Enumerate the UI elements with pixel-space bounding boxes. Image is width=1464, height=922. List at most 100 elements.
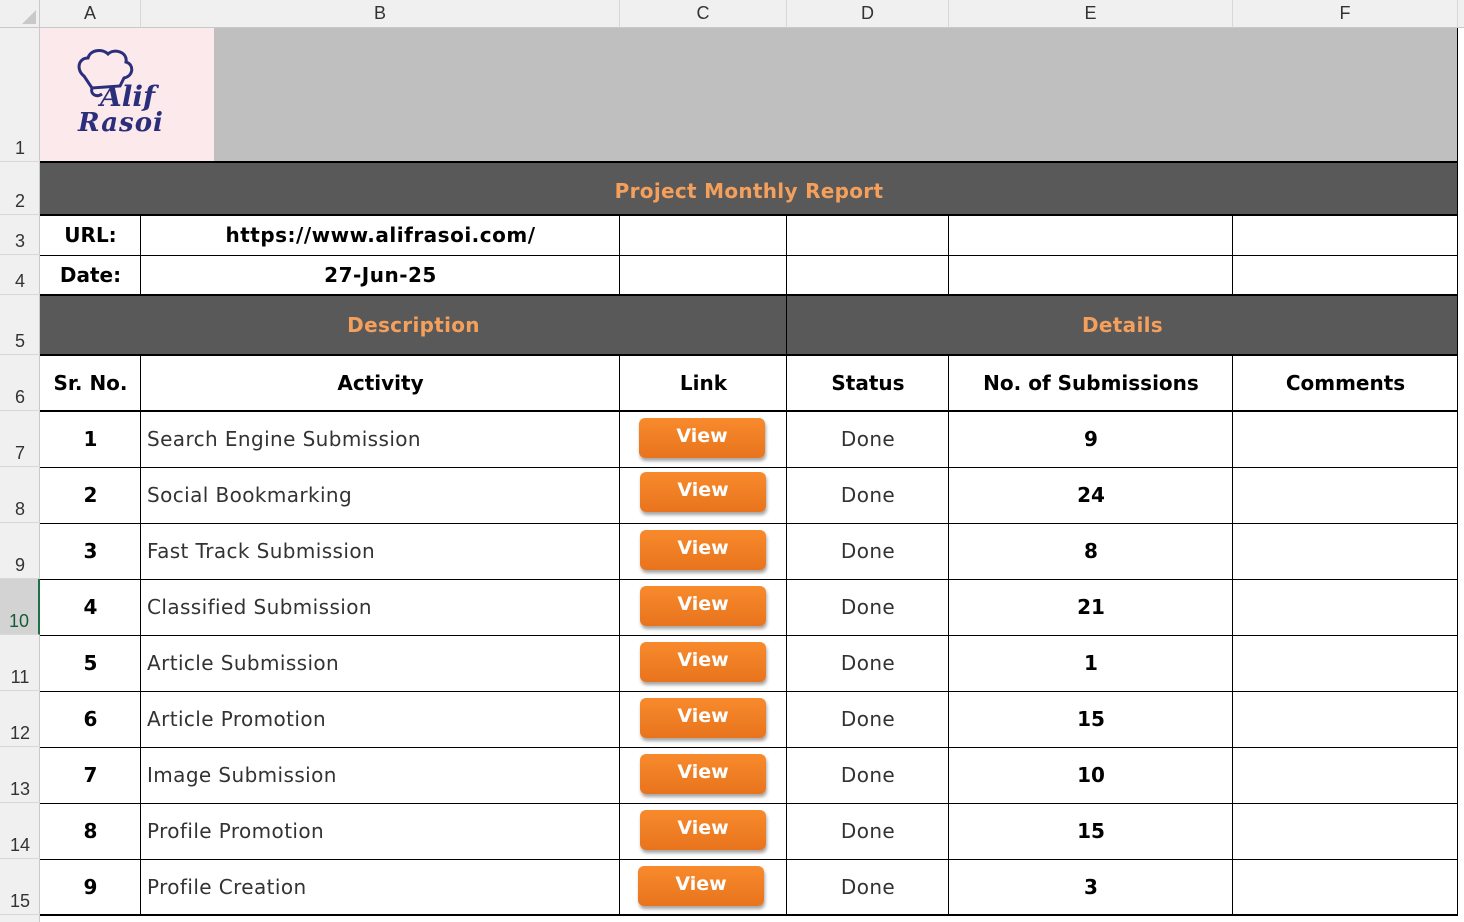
border-line — [40, 803, 1458, 804]
row-header-3[interactable]: 3 — [0, 215, 40, 255]
row-4-sr: 4 — [83, 595, 98, 619]
report-title: Project Monthly Report — [40, 162, 1458, 215]
border-line — [40, 255, 1458, 256]
date-label: Date: — [59, 263, 122, 287]
column-header-f[interactable]: F — [1233, 0, 1458, 28]
row-7-view-button[interactable]: View — [640, 754, 766, 794]
border-line — [140, 215, 141, 295]
header-status: Status — [831, 371, 905, 395]
row-header-5[interactable]: 5 — [0, 295, 40, 355]
section-description: Description — [40, 295, 787, 355]
date-value[interactable]: 27-Jun-25 — [141, 255, 620, 295]
row-5-submissions: 1 — [1084, 651, 1098, 675]
row-8-status: Done — [840, 819, 896, 843]
row-header-1[interactable]: 1 — [0, 28, 40, 162]
row-header-12[interactable]: 12 — [0, 691, 40, 747]
url-value[interactable]: https://www.alifrasoi.com/ — [141, 215, 620, 255]
border-line — [948, 355, 949, 915]
row-4-submissions: 21 — [1077, 595, 1105, 619]
border-line — [40, 691, 1458, 692]
row-header-14[interactable]: 14 — [0, 803, 40, 859]
row-2-status: Done — [840, 483, 896, 507]
row-header-9[interactable]: 9 — [0, 523, 40, 579]
row-8-sr: 8 — [83, 819, 98, 843]
column-header-b[interactable]: B — [141, 0, 620, 28]
row-4-activity: Classified Submission — [147, 595, 372, 619]
row-9-activity: Profile Creation — [147, 875, 307, 899]
row-7-activity: Image Submission — [147, 763, 337, 787]
row-header-10[interactable]: 10 — [0, 579, 40, 635]
row-header-13[interactable]: 13 — [0, 747, 40, 803]
border-line — [40, 410, 1458, 412]
row-2-view-button[interactable]: View — [640, 472, 766, 512]
row-6-submissions: 15 — [1077, 707, 1105, 731]
row-header-7[interactable]: 7 — [0, 411, 40, 467]
row-3-submissions: 8 — [1084, 539, 1098, 563]
header-sr-no: Sr. No. — [53, 371, 128, 395]
column-header-a[interactable]: A — [40, 0, 141, 28]
logo-text-rasoi: Rasoi — [78, 108, 164, 138]
column-header-c[interactable]: C — [620, 0, 787, 28]
row-1-activity: Search Engine Submission — [147, 427, 421, 451]
row-1-submissions: 9 — [1084, 427, 1098, 451]
row-9-submissions: 3 — [1084, 875, 1098, 899]
border-line — [40, 354, 1458, 356]
row-8-submissions: 15 — [1077, 819, 1105, 843]
border-line — [40, 914, 1458, 916]
row-1-sr: 1 — [83, 427, 98, 451]
border-line — [140, 355, 141, 915]
url-label: URL: — [64, 223, 117, 247]
row-5-activity: Article Submission — [147, 651, 340, 675]
row-8-activity: Profile Promotion — [147, 819, 325, 843]
border-line — [40, 161, 1458, 163]
row-7-status: Done — [840, 763, 896, 787]
row-9-view-button[interactable]: View — [638, 866, 764, 906]
border-line — [40, 635, 1458, 636]
logo: Alif Rasoi — [40, 28, 214, 162]
border-line — [1232, 355, 1233, 915]
border-line — [40, 523, 1458, 524]
header-link: Link — [679, 371, 728, 395]
row-3-status: Done — [840, 539, 896, 563]
row-header-11[interactable]: 11 — [0, 635, 40, 691]
column-header-d[interactable]: D — [787, 0, 949, 28]
row-4-status: Done — [840, 595, 896, 619]
border-line — [40, 214, 1458, 216]
row-6-activity: Article Promotion — [147, 707, 327, 731]
header-submissions: No. of Submissions — [983, 371, 1199, 395]
header-banner — [214, 28, 1458, 162]
row-1-view-button[interactable]: View — [639, 418, 765, 458]
section-details: Details — [787, 295, 1458, 355]
row-6-view-button[interactable]: View — [640, 698, 766, 738]
row-header-2[interactable]: 2 — [0, 162, 40, 215]
border-line — [40, 579, 1458, 580]
row-3-sr: 3 — [83, 539, 98, 563]
border-line — [40, 467, 1458, 468]
border-line — [1232, 215, 1233, 295]
column-header-e[interactable]: E — [949, 0, 1233, 28]
row-header-4[interactable]: 4 — [0, 255, 40, 295]
row-5-view-button[interactable]: View — [640, 642, 766, 682]
border-line — [1457, 28, 1458, 915]
border-line — [40, 294, 1458, 296]
select-all-corner[interactable] — [0, 0, 40, 28]
row-4-view-button[interactable]: View — [640, 586, 766, 626]
border-line — [40, 859, 1458, 860]
row-6-sr: 6 — [83, 707, 98, 731]
row-2-activity: Social Bookmarking — [147, 483, 353, 507]
border-line — [786, 215, 787, 915]
row-header-15[interactable]: 15 — [0, 859, 40, 915]
row-7-submissions: 10 — [1077, 763, 1105, 787]
border-line — [619, 215, 620, 295]
row-8-view-button[interactable]: View — [640, 810, 766, 850]
row-2-sr: 2 — [83, 483, 98, 507]
row-5-status: Done — [840, 651, 896, 675]
row-2-submissions: 24 — [1077, 483, 1105, 507]
header-comments: Comments — [1285, 371, 1406, 395]
border-line — [948, 215, 949, 295]
row-header-8[interactable]: 8 — [0, 467, 40, 523]
row-header-6[interactable]: 6 — [0, 355, 40, 411]
row-3-view-button[interactable]: View — [640, 530, 766, 570]
header-activity: Activity — [337, 371, 424, 395]
row-6-status: Done — [840, 707, 896, 731]
